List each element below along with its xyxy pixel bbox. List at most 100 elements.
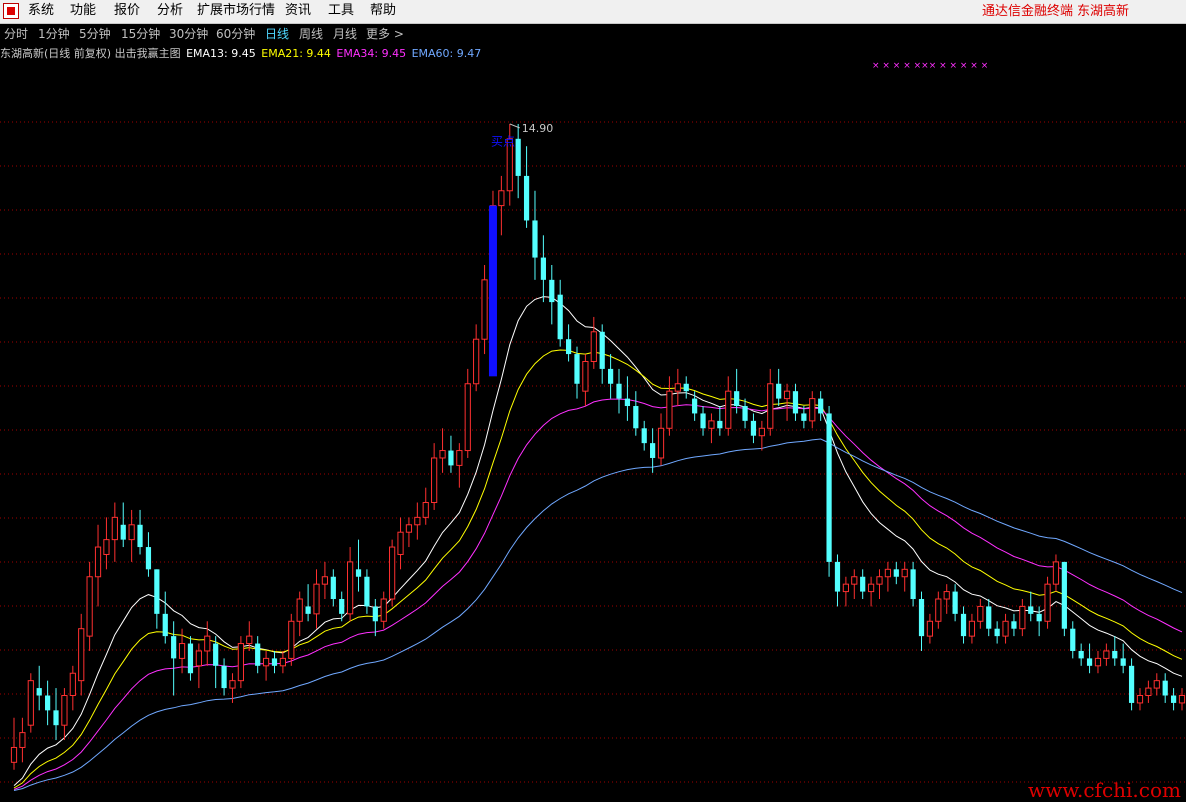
candle (389, 539, 396, 607)
period-tab-monthly[interactable]: 月线 (333, 26, 357, 42)
candle-body (792, 391, 799, 414)
menu-bar: 系统 功能 报价 分析 扩展市场行情 资讯 工具 帮助 通达信金融终端 东湖高新 (0, 0, 1186, 24)
candle (1103, 643, 1110, 666)
period-tab-1min[interactable]: 1分钟 (38, 26, 70, 42)
candle (94, 524, 102, 607)
candle-body (943, 591, 950, 600)
ema21-value: EMA21: 9.44 (261, 47, 331, 60)
menu-tools[interactable]: 工具 (328, 3, 354, 19)
candle-body (154, 569, 160, 614)
ema13-line (13, 296, 1183, 786)
candle (305, 584, 311, 622)
candle-body (641, 428, 647, 444)
candle-body (851, 576, 858, 585)
candle-body (1170, 695, 1177, 703)
candle-body (137, 524, 143, 548)
candle (893, 561, 899, 585)
candle-body (834, 561, 841, 592)
candle-body (910, 569, 916, 600)
candle (918, 591, 925, 651)
period-tab-intraday[interactable]: 分时 (4, 26, 28, 42)
candle-body (842, 583, 849, 593)
menu-analysis[interactable]: 分析 (157, 3, 183, 19)
candle-body (986, 606, 992, 629)
candle (456, 443, 463, 488)
menu-quote[interactable]: 报价 (114, 3, 140, 19)
candle (288, 613, 295, 666)
candle (616, 368, 622, 414)
candle (842, 576, 849, 607)
menu-system[interactable]: 系统 (28, 3, 54, 19)
candle-body (1052, 561, 1060, 585)
candle-body (162, 613, 168, 637)
candle-body (498, 190, 505, 207)
period-tab-weekly[interactable]: 周线 (299, 26, 323, 42)
period-tab-5min[interactable]: 5分钟 (79, 26, 111, 42)
period-tab-15min[interactable]: 15分钟 (121, 26, 160, 42)
candle-body (271, 658, 278, 666)
candle (36, 665, 42, 711)
candle (801, 406, 807, 429)
candle-body (674, 383, 681, 392)
candle (162, 591, 168, 644)
menu-function[interactable]: 功能 (70, 3, 96, 19)
period-tab-daily[interactable]: 日线 (265, 26, 289, 42)
period-tab-30min[interactable]: 30分钟 (169, 26, 208, 42)
candle (1002, 613, 1009, 644)
candle (876, 569, 883, 600)
candle-body (229, 680, 236, 689)
candle (590, 316, 597, 369)
candle-body (171, 636, 177, 659)
candle (255, 636, 261, 674)
candle-body (61, 695, 68, 726)
candle (926, 613, 934, 644)
period-tab-60min[interactable]: 60分钟 (216, 26, 255, 42)
candle-body (742, 406, 748, 421)
candle (145, 532, 152, 577)
candle (633, 391, 639, 436)
candle-body (405, 524, 413, 533)
candle (237, 636, 244, 689)
app-logo-icon[interactable] (3, 3, 19, 19)
candle (279, 650, 286, 674)
candle-body (187, 643, 194, 674)
candle (792, 383, 799, 421)
candle-body (1094, 657, 1102, 667)
candle-body (633, 406, 639, 429)
candle (1153, 673, 1160, 696)
candle-body (422, 502, 429, 518)
candle (498, 175, 505, 236)
candle (683, 376, 689, 399)
menu-help[interactable]: 帮助 (370, 3, 396, 19)
period-tab-more[interactable]: 更多 > (366, 26, 404, 42)
menu-extended-market[interactable]: 扩展市场行情 (197, 3, 275, 19)
menu-news[interactable]: 资讯 (285, 3, 311, 19)
period-bar: 分时 1分钟 5分钟 15分钟 30分钟 60分钟 日线 周线 月线 更多 > (0, 24, 1186, 44)
candle-body (10, 746, 18, 763)
candle (968, 613, 976, 644)
kline-chart[interactable]: 14.90 买点 × × × × ××× × × × × × (0, 62, 1186, 800)
candle-body (1153, 680, 1160, 689)
candle (321, 561, 329, 600)
candle (574, 346, 580, 399)
candle-body (1002, 620, 1009, 637)
candle (650, 428, 656, 473)
candle-body (1028, 606, 1034, 614)
candle-body (481, 279, 488, 340)
ema13-value: EMA13: 9.45 (186, 47, 256, 60)
candle (262, 650, 270, 681)
candle (818, 391, 824, 421)
candle-body (767, 383, 774, 429)
candle-body (599, 331, 605, 369)
candle-body (650, 443, 656, 458)
candle (1078, 643, 1084, 666)
candle-body (1136, 695, 1144, 704)
candle-body (1103, 650, 1110, 659)
candle-body (515, 138, 521, 176)
candle-body (607, 368, 614, 384)
candle-body (103, 539, 110, 555)
chart-title: 东湖高新(日线 前复权) 出击我赢主图 (0, 47, 181, 60)
candle (599, 324, 605, 384)
candle (700, 406, 706, 436)
annotations-layer: 14.90 买点 × × × × ××× × × × × × (488, 62, 988, 377)
